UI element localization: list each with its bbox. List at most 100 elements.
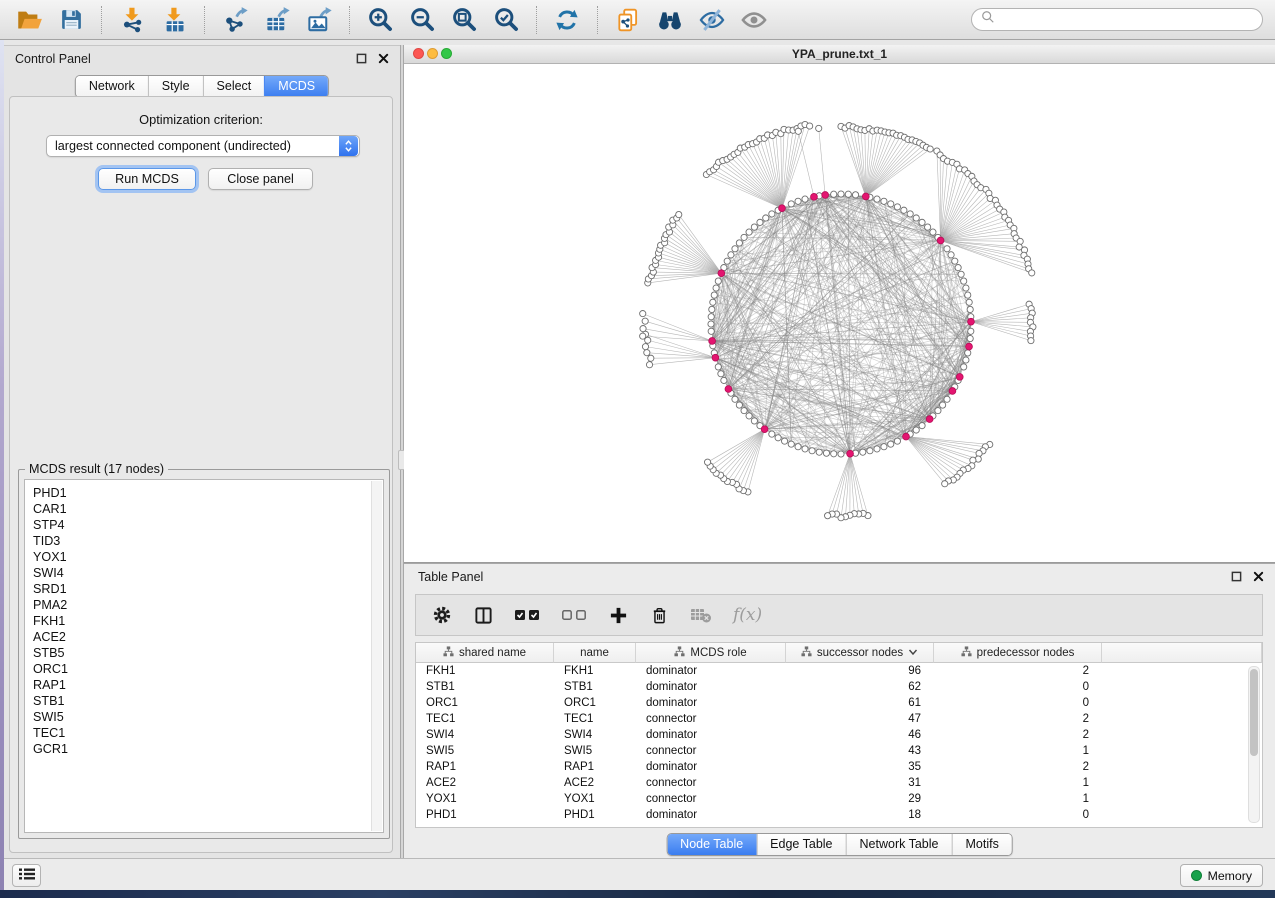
table-cell[interactable]: SWI4 (554, 727, 636, 743)
mcds-result-item[interactable]: YOX1 (33, 549, 383, 565)
table-cell[interactable]: 2 (934, 759, 1102, 775)
network-window-titlebar[interactable]: YPA_prune.txt_1 (404, 45, 1275, 64)
table-cell[interactable]: 1 (934, 775, 1102, 791)
table-cell[interactable]: ORC1 (416, 695, 554, 711)
table-cell[interactable]: 31 (786, 775, 934, 791)
table-row[interactable]: FKH1FKH1dominator962 (416, 663, 1262, 679)
table-row[interactable]: ACE2ACE2connector311 (416, 775, 1262, 791)
table-row[interactable]: TEC1TEC1connector472 (416, 711, 1262, 727)
clone-network-icon[interactable] (611, 3, 645, 37)
table-cell[interactable]: FKH1 (416, 663, 554, 679)
table-cell[interactable]: RAP1 (554, 759, 636, 775)
mcds-result-item[interactable]: PMA2 (33, 597, 383, 613)
mcds-result-item[interactable]: STB1 (33, 693, 383, 709)
zoom-fit-content-icon[interactable] (447, 3, 481, 37)
table-cell[interactable]: 61 (786, 695, 934, 711)
column-header-name[interactable]: name (554, 643, 636, 663)
mcds-result-item[interactable]: STB5 (33, 645, 383, 661)
table-cell[interactable]: dominator (636, 679, 786, 695)
table-row[interactable]: YOX1YOX1connector291 (416, 791, 1262, 807)
close-icon[interactable] (1252, 570, 1265, 583)
table-row[interactable]: PHD1PHD1dominator180 (416, 807, 1262, 823)
table-cell[interactable]: ACE2 (554, 775, 636, 791)
table-cell[interactable]: 18 (786, 807, 934, 823)
table-cell[interactable]: 0 (934, 695, 1102, 711)
zoom-in-icon[interactable] (363, 3, 397, 37)
mcds-result-item[interactable]: SRD1 (33, 581, 383, 597)
table-cell[interactable]: 2 (934, 711, 1102, 727)
mcds-result-item[interactable]: SWI5 (33, 709, 383, 725)
table-row[interactable]: ORC1ORC1dominator610 (416, 695, 1262, 711)
table-cell[interactable]: 2 (934, 663, 1102, 679)
mcds-result-item[interactable]: RAP1 (33, 677, 383, 693)
hide-selected-icon[interactable] (695, 3, 729, 37)
memory-button[interactable]: Memory (1180, 864, 1263, 887)
refresh-view-icon[interactable] (550, 3, 584, 37)
table-cell[interactable]: 0 (934, 807, 1102, 823)
mcds-result-item[interactable]: ACE2 (33, 629, 383, 645)
column-header-predecessor-nodes[interactable]: predecessor nodes (934, 643, 1102, 663)
column-header-MCDS-role[interactable]: MCDS role (636, 643, 786, 663)
table-row[interactable]: SWI5SWI5connector431 (416, 743, 1262, 759)
table-cell[interactable]: PHD1 (416, 807, 554, 823)
mcds-result-item[interactable]: SWI4 (33, 565, 383, 581)
mcds-result-item[interactable]: STP4 (33, 517, 383, 533)
add-column-icon[interactable] (608, 604, 628, 626)
mcds-result-item[interactable]: FKH1 (33, 613, 383, 629)
mcds-result-item[interactable]: ORC1 (33, 661, 383, 677)
optimization-criterion-select[interactable]: largest connected component (undirected) (46, 135, 360, 157)
float-panel-icon[interactable] (355, 52, 368, 65)
table-cell[interactable]: PHD1 (554, 807, 636, 823)
table-cell[interactable]: 1 (934, 791, 1102, 807)
tab-style[interactable]: Style (148, 76, 203, 97)
column-header-shared-name[interactable]: shared name (416, 643, 554, 663)
column-header-successor-nodes[interactable]: successor nodes (786, 643, 934, 663)
network-canvas[interactable] (404, 63, 1275, 563)
table-cell[interactable]: dominator (636, 663, 786, 679)
table-cell[interactable]: STB1 (416, 679, 554, 695)
search-input[interactable] (1000, 12, 1262, 28)
mcds-result-item[interactable]: TEC1 (33, 725, 383, 741)
table-cell[interactable]: connector (636, 711, 786, 727)
table-cell[interactable]: SWI5 (416, 743, 554, 759)
tab-node-table[interactable]: Node Table (667, 834, 756, 855)
table-cell[interactable]: 29 (786, 791, 934, 807)
split-view-icon[interactable] (473, 604, 493, 626)
table-cell[interactable]: dominator (636, 807, 786, 823)
mcds-result-item[interactable]: CAR1 (33, 501, 383, 517)
zoom-out-icon[interactable] (405, 3, 439, 37)
select-all-rows-icon[interactable] (514, 604, 540, 626)
table-cell[interactable]: ACE2 (416, 775, 554, 791)
tab-network[interactable]: Network (76, 76, 148, 97)
zoom-selected-icon[interactable] (489, 3, 523, 37)
table-cell[interactable]: YOX1 (416, 791, 554, 807)
import-table-icon[interactable] (157, 3, 191, 37)
tab-mcds[interactable]: MCDS (264, 76, 328, 97)
table-cell[interactable]: connector (636, 743, 786, 759)
table-cell[interactable]: STB1 (554, 679, 636, 695)
table-cell[interactable]: 0 (934, 679, 1102, 695)
export-image-icon[interactable] (302, 3, 336, 37)
table-scrollbar[interactable] (1248, 666, 1260, 823)
mcds-result-item[interactable]: TID3 (33, 533, 383, 549)
table-cell[interactable]: 35 (786, 759, 934, 775)
mcds-list-scrollbar[interactable] (371, 481, 382, 831)
table-row[interactable]: SWI4SWI4dominator462 (416, 727, 1262, 743)
table-cell[interactable]: 43 (786, 743, 934, 759)
mcds-result-item[interactable]: PHD1 (33, 485, 383, 501)
export-table-icon[interactable] (260, 3, 294, 37)
table-cell[interactable]: YOX1 (554, 791, 636, 807)
tab-edge-table[interactable]: Edge Table (756, 834, 845, 855)
close-panel-button[interactable]: Close panel (208, 168, 313, 190)
table-cell[interactable]: 96 (786, 663, 934, 679)
float-panel-icon[interactable] (1230, 570, 1243, 583)
table-cell[interactable]: 2 (934, 727, 1102, 743)
table-row[interactable]: STB1STB1dominator620 (416, 679, 1262, 695)
open-file-icon[interactable] (12, 3, 46, 37)
table-cell[interactable]: TEC1 (554, 711, 636, 727)
table-cell[interactable]: connector (636, 791, 786, 807)
table-cell[interactable]: dominator (636, 759, 786, 775)
table-cell[interactable]: dominator (636, 727, 786, 743)
save-session-icon[interactable] (54, 3, 88, 37)
tab-network-table[interactable]: Network Table (846, 834, 952, 855)
